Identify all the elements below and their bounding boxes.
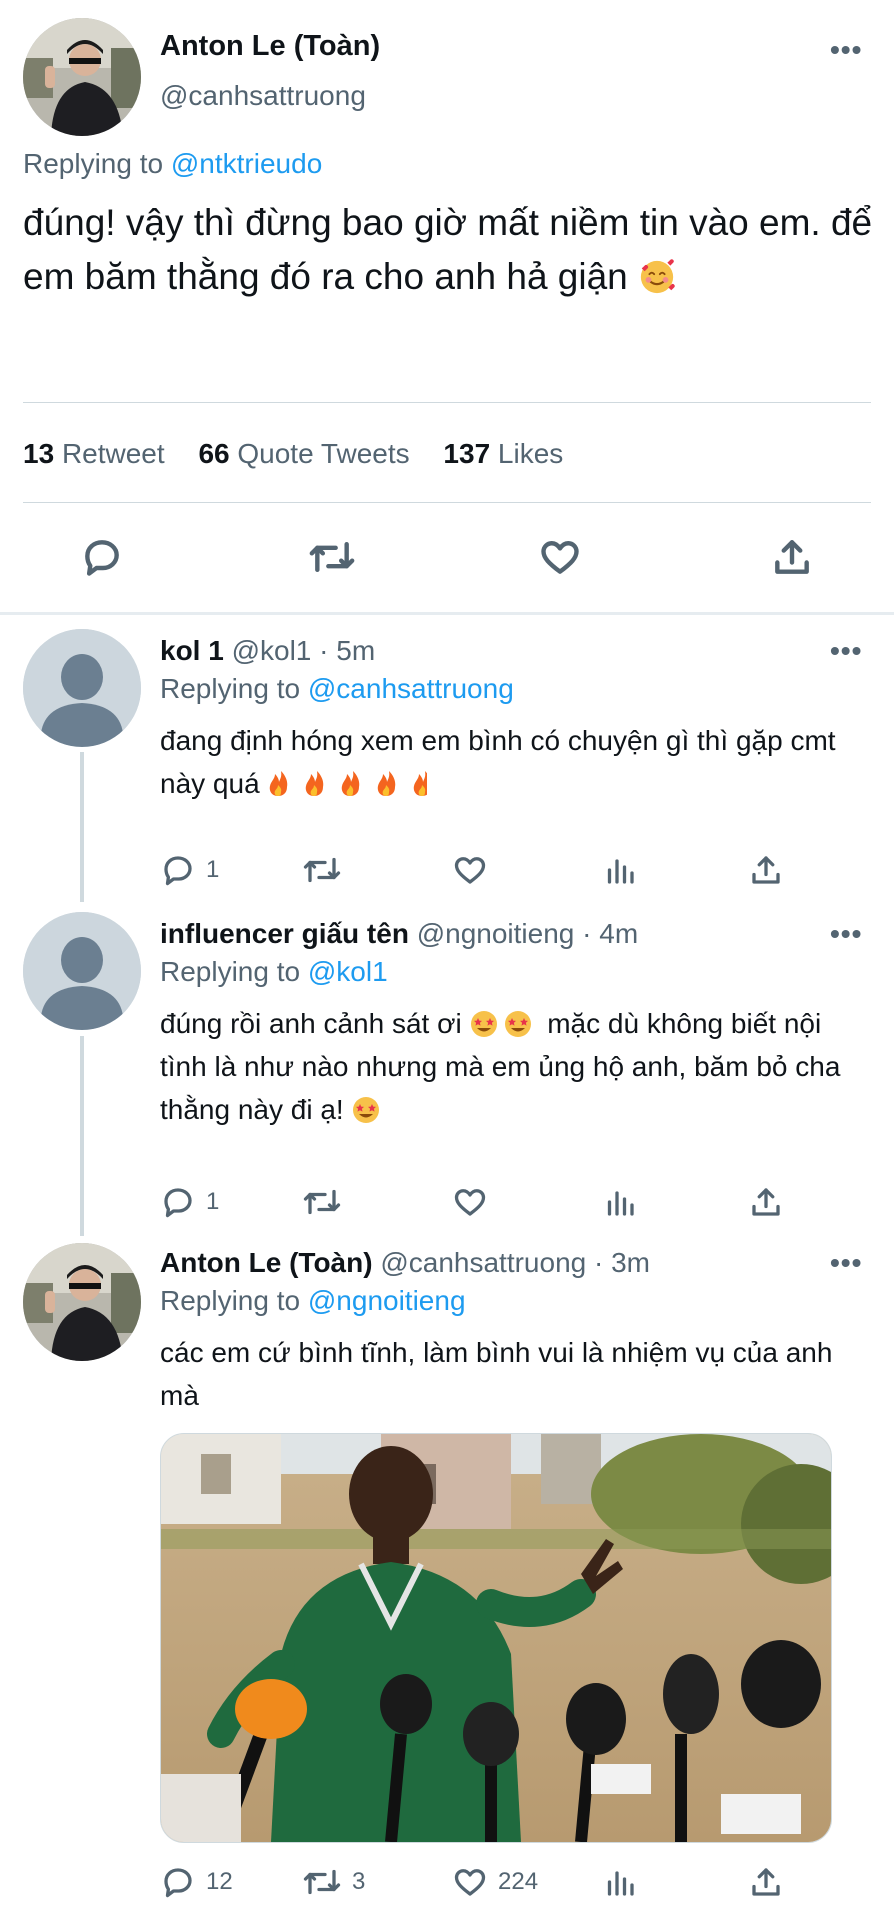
like-count: 224 bbox=[498, 1868, 539, 1895]
section-divider bbox=[0, 612, 894, 615]
share-icon[interactable] bbox=[748, 1180, 784, 1224]
replying-prefix: Replying to bbox=[23, 148, 164, 179]
avatar[interactable] bbox=[23, 1243, 141, 1361]
reply-count: 1 bbox=[206, 1188, 220, 1215]
retweet-icon[interactable] bbox=[302, 848, 342, 892]
replying-to: Replying to @kol1 bbox=[160, 956, 388, 988]
divider bbox=[23, 402, 871, 403]
reply-icon[interactable]: 1 bbox=[160, 1180, 219, 1224]
tweet-text-body: đúng! vậy thì đừng bao giờ mất niềm tin … bbox=[23, 202, 873, 297]
replying-to: Replying to @ngnoitieng bbox=[160, 1285, 466, 1317]
share-icon[interactable] bbox=[748, 848, 784, 892]
reply-icon[interactable] bbox=[80, 530, 124, 584]
retweets-label[interactable]: Retweet bbox=[62, 438, 165, 469]
reply-author-name[interactable]: influencer giấu tên bbox=[160, 918, 409, 949]
avatar[interactable] bbox=[23, 18, 141, 136]
retweet-icon[interactable] bbox=[302, 1180, 342, 1224]
replying-to: Replying to @ntktrieudo bbox=[23, 148, 322, 180]
avatar[interactable] bbox=[23, 912, 141, 1030]
media-photo[interactable] bbox=[160, 1433, 832, 1843]
reply-icon[interactable]: 12 bbox=[160, 1860, 233, 1904]
star-struck-icon bbox=[471, 1011, 532, 1037]
share-icon[interactable] bbox=[748, 1860, 784, 1904]
tweet-stats: 13 Retweet 66 Quote Tweets 137 Likes bbox=[23, 438, 589, 470]
more-icon[interactable]: ••• bbox=[830, 637, 862, 665]
analytics-icon[interactable] bbox=[602, 1180, 638, 1224]
analytics-icon[interactable] bbox=[602, 1860, 638, 1904]
quotes-count[interactable]: 66 bbox=[198, 438, 229, 469]
reply-header: Anton Le (Toàn) @canhsattruong · 3m bbox=[160, 1247, 650, 1279]
reply-text-body: đang định hóng xem em bình có chuyện gì … bbox=[160, 725, 836, 799]
replying-to-link[interactable]: @kol1 bbox=[308, 956, 388, 987]
reply-action-bar: 12 3 224 bbox=[160, 1860, 870, 1904]
retweet-count: 3 bbox=[352, 1868, 366, 1895]
reply-text: đang định hóng xem em bình có chuyện gì … bbox=[160, 719, 870, 805]
reply-author-name[interactable]: kol 1 bbox=[160, 635, 224, 666]
heart-icon[interactable] bbox=[452, 848, 488, 892]
analytics-icon[interactable] bbox=[602, 848, 638, 892]
reply-meta[interactable]: @canhsattruong · 3m bbox=[380, 1247, 650, 1278]
reply-text-part1: đúng rồi anh cảnh sát ơi bbox=[160, 1008, 462, 1039]
more-icon[interactable]: ••• bbox=[830, 920, 862, 948]
replying-to: Replying to @canhsattruong bbox=[160, 673, 514, 705]
replying-to-link[interactable]: @ntktrieudo bbox=[171, 148, 322, 179]
avatar[interactable] bbox=[23, 629, 141, 747]
fire-icon bbox=[270, 771, 432, 796]
fire-emoji-group bbox=[267, 768, 432, 799]
more-icon[interactable]: ••• bbox=[830, 1249, 862, 1277]
photo-boy-press-microphones bbox=[161, 1434, 831, 1842]
likes-count[interactable]: 137 bbox=[443, 438, 490, 469]
author-name[interactable]: Anton Le (Toàn) bbox=[160, 30, 380, 63]
tweet-action-bar bbox=[0, 530, 894, 584]
replying-to-link[interactable]: @canhsattruong bbox=[308, 673, 514, 704]
reply-action-bar: 1 bbox=[160, 1180, 870, 1224]
divider bbox=[23, 502, 871, 503]
replying-to-link[interactable]: @ngnoitieng bbox=[308, 1285, 466, 1316]
replying-prefix: Replying to bbox=[160, 1285, 301, 1316]
smiling-face-with-hearts-icon bbox=[638, 258, 676, 296]
heart-icon[interactable] bbox=[538, 530, 582, 584]
reply-count: 1 bbox=[206, 856, 220, 883]
author-handle[interactable]: @canhsattruong bbox=[160, 80, 366, 112]
reply-author-name[interactable]: Anton Le (Toàn) bbox=[160, 1247, 373, 1278]
avatar-photo bbox=[23, 1243, 141, 1361]
share-icon[interactable] bbox=[770, 530, 814, 584]
quotes-label[interactable]: Quote Tweets bbox=[237, 438, 409, 469]
reply-count: 12 bbox=[206, 1868, 233, 1895]
tweet-text: đúng! vậy thì đừng bao giờ mất niềm tin … bbox=[23, 196, 873, 304]
reply-action-bar: 1 bbox=[160, 848, 870, 892]
heart-icon[interactable] bbox=[452, 1180, 488, 1224]
more-icon[interactable]: ••• bbox=[830, 36, 862, 64]
retweets-count[interactable]: 13 bbox=[23, 438, 54, 469]
reply-meta[interactable]: @kol1 · 5m bbox=[232, 635, 376, 666]
reply-header: influencer giấu tên @ngnoitieng · 4m bbox=[160, 918, 638, 950]
reply-icon[interactable]: 1 bbox=[160, 848, 219, 892]
heart-icon[interactable]: 224 bbox=[452, 1860, 538, 1904]
reply-text: các em cứ bình tĩnh, làm bình vui là nhi… bbox=[160, 1337, 833, 1411]
star-struck-icon bbox=[353, 1097, 380, 1123]
likes-label[interactable]: Likes bbox=[498, 438, 563, 469]
thread-line bbox=[80, 1036, 84, 1236]
reply-header: kol 1 @kol1 · 5m bbox=[160, 635, 375, 667]
default-avatar-icon bbox=[23, 629, 141, 747]
replying-prefix: Replying to bbox=[160, 956, 301, 987]
replying-prefix: Replying to bbox=[160, 673, 301, 704]
reply-meta[interactable]: @ngnoitieng · 4m bbox=[417, 918, 638, 949]
default-avatar-icon bbox=[23, 912, 141, 1030]
retweet-icon[interactable] bbox=[308, 530, 356, 584]
main-tweet: Anton Le (Toàn) @canhsattruong ••• Reply… bbox=[0, 0, 894, 612]
thread-line bbox=[80, 752, 84, 902]
reply-text: đúng rồi anh cảnh sát ơi mặc dù không bi… bbox=[160, 1002, 870, 1131]
avatar-photo bbox=[23, 18, 141, 136]
retweet-icon[interactable]: 3 bbox=[302, 1860, 365, 1904]
